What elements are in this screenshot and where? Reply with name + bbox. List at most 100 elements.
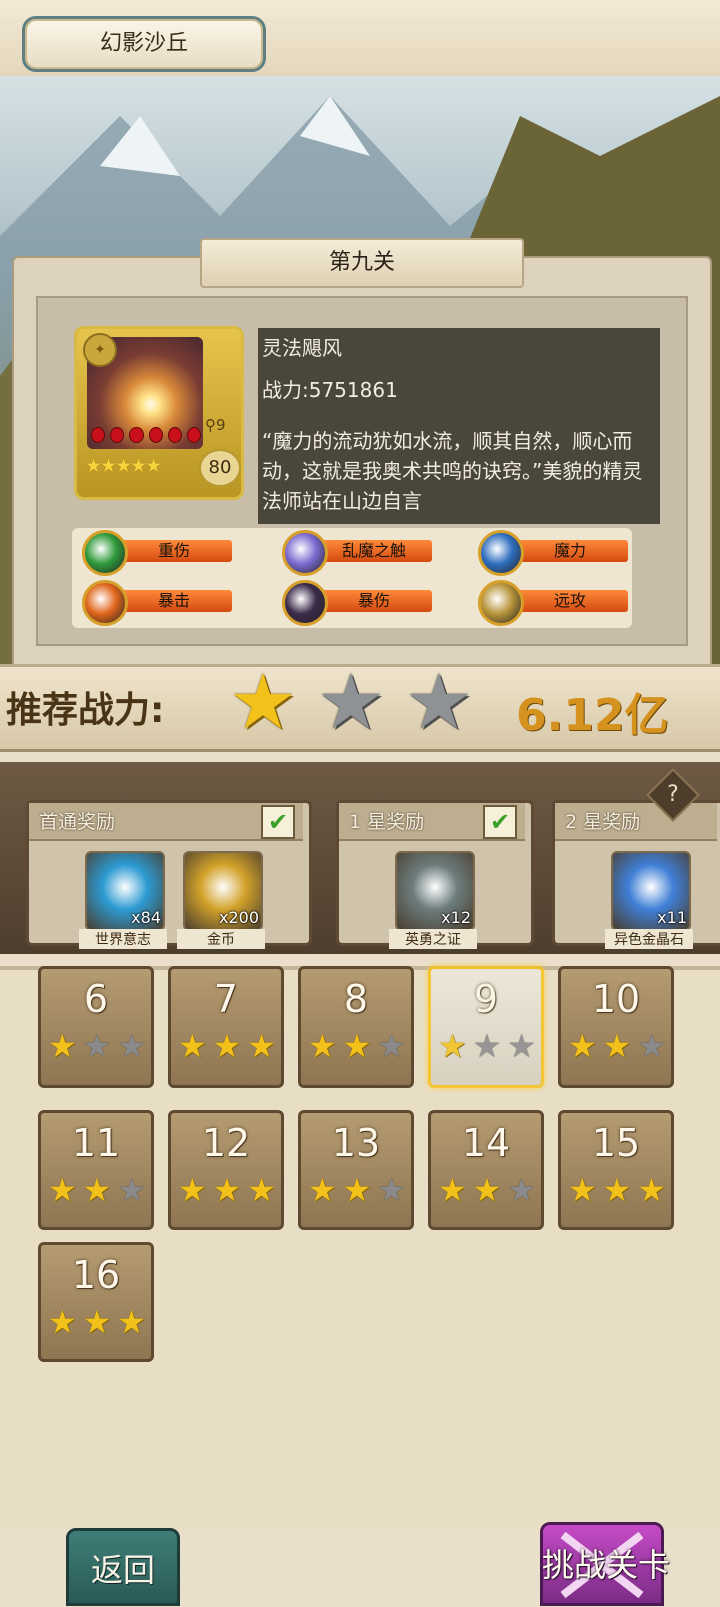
stage-name-ribbon: 第九关 [200,238,524,288]
item-count: x11 [657,908,687,927]
star-empty-icon: ★ [82,1027,112,1065]
stage-button[interactable]: 10 ★ ★ ★ [558,966,674,1088]
item-name: 异色金晶石 [605,929,693,949]
stage-name: 第九关 [328,250,395,275]
hero-power-orb [186,427,202,443]
star-earned-icon: ★ [307,1027,337,1065]
stage-button[interactable]: 6 ★ ★ ★ [38,966,154,1088]
trait-badge[interactable]: 魔力 [478,530,628,576]
star-earned-icon: ★ [342,1027,372,1065]
stage-number: 10 [591,977,641,1021]
hero-power-orb [167,427,182,443]
trait-label: 暴伤 [316,590,432,612]
stage-button[interactable]: 8 ★ ★ ★ [298,966,414,1088]
stage-stars: ★ ★ ★ [45,1029,149,1063]
enemy-description: “魔力的流动犹如水流，顺其自然，顺心而动，这就是我奥术共鸣的诀窍。”美貌的精灵法… [262,429,643,513]
stage-number: 9 [473,977,499,1021]
reward-title: 2 星奖励 [565,811,641,833]
star-earned-icon: ★ [437,1027,467,1065]
recommended-power-value: 6.12亿 [516,690,669,741]
stage-number: 7 [213,977,239,1021]
challenge-button-label[interactable]: 挑战关卡 [526,1540,686,1586]
stage-button[interactable]: 16 ★ ★ ★ [38,1242,154,1362]
purple-magic-icon [282,530,328,576]
trait-label: 暴击 [116,590,232,612]
star-empty-icon: ★ [507,1027,536,1065]
sword-hilt-icon: x12 [395,851,475,931]
stage-number: 13 [331,1121,381,1165]
hero-orb-row [91,427,202,443]
blue-book-icon [478,530,524,576]
star-earned-icon: ★ [602,1171,632,1209]
reward-header: 2 星奖励 [555,803,717,841]
stage-button[interactable]: 15 ★ ★ ★ [558,1110,674,1230]
stage-stars: ★ ★ ★ [565,1029,669,1063]
faction-icon: ✦ [83,333,117,367]
star-earned-icon: ★ [307,1171,337,1209]
stage-stars: ★ ★ ★ [435,1029,539,1063]
star-earned-icon: ★ [47,1171,77,1209]
star-earned-icon: ★ [342,1171,372,1209]
trait-label: 魔力 [512,540,628,562]
enemy-traits: 重伤 乱魔之触 魔力暴击 暴伤 远攻 [72,528,632,628]
reward-item[interactable]: x12 英勇之证 [389,851,477,949]
enemy-name: 灵法飓风 [262,336,342,360]
stage-number: 14 [461,1121,511,1165]
stage-button[interactable]: 12 ★ ★ ★ [168,1110,284,1230]
trait-badge[interactable]: 暴伤 [282,580,432,626]
help-icon[interactable]: ? [654,776,692,814]
stage-stars: ★ ★ ★ [175,1173,279,1207]
reward-item[interactable]: x200 金币 [177,851,265,949]
claimed-check-icon: ✔ [261,805,295,839]
green-slash-icon [82,530,128,576]
star-earned-icon: ★ [247,1027,276,1065]
star-earned-icon: ★ [212,1171,242,1209]
recommended-power-bar: 推荐战力: 6.12亿 ★ ★ ★ [0,664,720,752]
trait-label: 远攻 [512,590,628,612]
star-earned-icon: ★ [247,1171,276,1209]
trait-badge[interactable]: 暴击 [82,580,232,626]
enemy-hero-card[interactable]: ✦ ⚲9 ★★★★★ 80 [74,326,244,500]
stage-stars: ★ ★ ★ [565,1173,669,1207]
top-bar: 幻影沙丘 [0,0,720,79]
reward-item[interactable]: x11 异色金晶石 [605,851,693,949]
star-earned-icon: ★ [82,1171,112,1209]
star-empty-icon: ★ [377,1027,406,1065]
stage-button[interactable]: 11 ★ ★ ★ [38,1110,154,1230]
stage-button[interactable]: 7 ★ ★ ★ [168,966,284,1088]
star-earned-icon: ★ [47,1027,77,1065]
star-earned-icon: ★ [228,657,298,746]
reward-title: 首通奖励 [39,811,116,833]
star-earned-icon: ★ [177,1171,207,1209]
star-earned-icon: ★ [117,1303,146,1341]
stage-button[interactable]: 14 ★ ★ ★ [428,1110,544,1230]
trait-badge[interactable]: 远攻 [478,580,628,626]
hero-power-orb [91,427,106,443]
rewards-section: 首通奖励 ✔ x84 世界意志 x200 金币 1 星奖励 ✔ x12 英勇之证 2 星奖励 x11 异… [0,762,720,954]
enemy-description-box: 灵法飓风 战力:5751861 “魔力的流动犹如水流，顺其自然，顺心而动，这就是… [258,328,660,524]
dark-demon-icon [282,580,328,626]
stage-button[interactable]: 13 ★ ★ ★ [298,1110,414,1230]
trait-label: 乱魔之触 [316,540,432,562]
bow-icon [478,580,524,626]
stage-number: 12 [201,1121,251,1165]
claimed-check-icon: ✔ [483,805,517,839]
area-title-tab: 幻影沙丘 [22,16,266,72]
back-button[interactable]: 返回 [66,1528,180,1606]
item-count: x84 [131,908,161,927]
star-earned-icon: ★ [82,1303,112,1341]
star-earned-icon: ★ [437,1171,467,1209]
star-earned-icon: ★ [177,1027,207,1065]
hero-power-orb [129,427,144,443]
star-empty-icon: ★ [117,1171,146,1209]
item-count: x12 [441,908,471,927]
trait-badge[interactable]: 乱魔之触 [282,530,432,576]
stage-button[interactable]: 9 ★ ★ ★ [428,966,544,1088]
stage-number: 15 [591,1121,641,1165]
star-empty-icon: ★ [404,657,474,746]
stage-stars: ★ ★ ★ [305,1029,409,1063]
reward-item[interactable]: x84 世界意志 [79,851,167,949]
trait-badge[interactable]: 重伤 [82,530,232,576]
star-earned-icon: ★ [567,1027,597,1065]
stage-number: 8 [343,977,369,1021]
